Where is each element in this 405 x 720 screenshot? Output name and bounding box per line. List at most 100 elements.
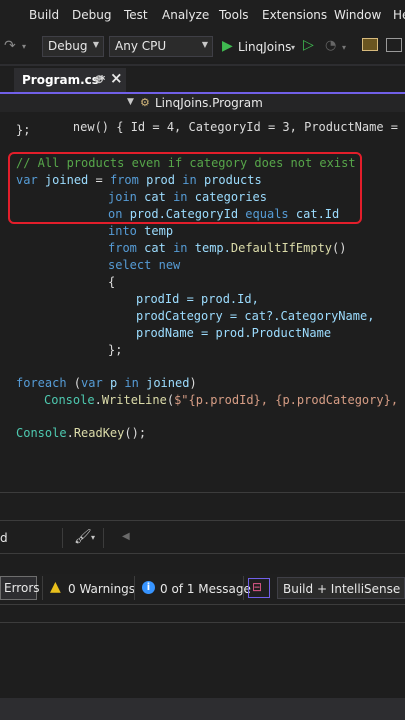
parens: () — [332, 241, 347, 255]
errors-filter-button[interactable]: Errors — [0, 576, 40, 600]
start-debug-icon[interactable]: ▶ — [222, 38, 233, 54]
call-end: (); — [124, 426, 147, 440]
menu-file[interactable] — [0, 8, 2, 22]
menu-window[interactable]: Window — [334, 8, 381, 22]
configuration-value: Debug — [48, 39, 88, 53]
brush-icon[interactable]: 🖌 — [74, 529, 92, 545]
divider — [62, 528, 63, 548]
code-line-select: select new — [108, 258, 180, 272]
editor-bottom-border — [0, 492, 405, 501]
pin-icon[interactable]: ⊕ — [94, 72, 104, 86]
interpolated-string: $"{p.prodId}, {p.prodCategory}, { — [174, 393, 405, 407]
keyword-var: var — [81, 376, 103, 390]
menu-bar: Build Debug Test Analyze Tools Extension… — [0, 0, 405, 32]
build-filter-toggle[interactable]: ⊟ — [248, 578, 270, 598]
redo-icon[interactable]: ↷ — [4, 38, 16, 54]
method-readkey: ReadKey — [73, 426, 125, 440]
keyword-from: from — [108, 241, 137, 255]
menu-test[interactable]: Test — [124, 8, 148, 22]
code-line-from-temp: from cat in temp.DefaultIfEmpty() — [108, 241, 346, 255]
keyword-new: new — [158, 258, 181, 272]
filter-icon: ⊟ — [252, 580, 263, 594]
method-writeline: WriteLine — [101, 393, 167, 407]
divider — [134, 576, 135, 600]
menu-tools[interactable]: Tools — [219, 8, 249, 22]
configuration-select[interactable]: Debug ▼ — [42, 36, 104, 57]
code-line-readkey: Console.ReadKey(); — [16, 426, 147, 440]
identifier-joined: joined — [146, 376, 190, 390]
warnings-label: 0 Warnings — [68, 582, 136, 596]
code-brace-open: { — [108, 275, 116, 289]
lower-toolbar-text: d — [0, 531, 8, 545]
keyword-select: select — [108, 258, 152, 272]
status-bar — [0, 698, 405, 720]
tab-program-cs[interactable]: Program.cs* ⊕ × — [14, 68, 126, 92]
code-line-close-list: }; — [16, 123, 31, 137]
pane-divider — [0, 622, 405, 623]
navigation-bar: ▼ ⚙ LinqJoins.Program — [0, 94, 405, 112]
identifier-temp: temp. — [194, 241, 231, 255]
close-icon[interactable]: × — [110, 69, 123, 87]
code-text: new() { Id = 4, CategoryId = 3, ProductN… — [72, 120, 405, 134]
redo-dropdown-icon[interactable]: ▾ — [22, 42, 26, 51]
warning-icon: ▲ — [50, 579, 61, 595]
identifier-cat: cat — [144, 241, 166, 255]
code-line-prodid: prodId = prod.Id, — [136, 292, 259, 306]
lower-toolbar: d 🖌 ▾ ◀ — [0, 528, 405, 550]
hot-reload-dropdown-icon[interactable]: ▾ — [342, 43, 346, 52]
folder-icon[interactable] — [362, 38, 378, 51]
code-line-writeline: Console.WriteLine($"{p.prodId}, {p.prodC… — [44, 393, 405, 407]
code-line-foreach: foreach (var p in joined) — [16, 376, 197, 390]
warnings-filter-button[interactable]: ▲ 0 Warnings — [48, 576, 135, 600]
chevron-left-icon[interactable]: ◀ — [122, 531, 130, 542]
divider — [243, 576, 244, 600]
keyword-in: in — [173, 241, 188, 255]
run-target-label[interactable]: LinqJoins — [238, 40, 291, 54]
hot-reload-icon[interactable]: ◔ — [325, 38, 336, 53]
code-line-prodcategory: prodCategory = cat?.CategoryName, — [136, 309, 375, 323]
toolbar: ↷ ▾ Debug ▼ Any CPU ▼ ▶ LinqJoins ▾ ▷ ◔ … — [0, 32, 405, 62]
code-brace-close: }; — [108, 343, 123, 357]
code-line-product-init: new() { Id = 4, CategoryId = 3, ProductN… — [44, 112, 405, 148]
chevron-down-icon[interactable]: ▾ — [91, 533, 95, 542]
menu-analyze[interactable]: Analyze — [162, 8, 209, 22]
run-dropdown-icon[interactable]: ▾ — [291, 43, 295, 52]
start-without-debug-icon[interactable]: ▷ — [303, 37, 314, 53]
errors-label: Errors — [4, 581, 40, 595]
keyword-foreach: foreach — [16, 376, 67, 390]
identifier-temp: temp — [144, 224, 174, 238]
build-source-select[interactable]: Build + IntelliSense — [277, 577, 405, 599]
class-icon: ⚙ — [140, 96, 150, 109]
menu-extensions[interactable]: Extensions — [262, 8, 327, 22]
type-console: Console — [44, 393, 95, 407]
chevron-down-icon: ▼ — [201, 40, 208, 49]
type-console: Console — [16, 426, 67, 440]
messages-label: 0 of 1 Message — [160, 582, 251, 596]
menu-help[interactable]: He — [393, 8, 405, 22]
pane-divider — [0, 553, 405, 554]
info-icon: i — [142, 581, 155, 594]
highlight-annotation-box — [8, 152, 362, 224]
platform-value: Any CPU — [115, 39, 167, 53]
build-source-value: Build + IntelliSense — [283, 582, 401, 596]
chevron-down-icon: ▼ — [92, 40, 99, 49]
error-list-toolbar: Errors ▲ 0 Warnings i 0 of 1 Message ⊟ B… — [0, 574, 405, 604]
identifier-p: p — [109, 376, 118, 390]
platform-select[interactable]: Any CPU ▼ — [109, 36, 213, 57]
chevron-down-icon[interactable]: ▼ — [127, 97, 134, 107]
method-defaultifempty: DefaultIfEmpty — [230, 241, 333, 255]
messages-filter-button[interactable]: i 0 of 1 Message — [140, 576, 251, 600]
document-tab-row: Program.cs* ⊕ × — [0, 68, 405, 92]
divider — [103, 528, 104, 548]
window-layout-icon[interactable] — [386, 38, 402, 52]
toolbar-separator — [0, 64, 405, 66]
keyword-in: in — [124, 376, 139, 390]
scope-selector[interactable]: LinqJoins.Program — [155, 96, 263, 110]
code-line-prodname: prodName = prod.ProductName — [136, 326, 332, 340]
pane-divider — [0, 604, 405, 605]
code-line-into: into temp — [108, 224, 173, 238]
paren-close: ) — [189, 376, 197, 390]
menu-debug[interactable]: Debug — [72, 8, 111, 22]
keyword-into: into — [108, 224, 137, 238]
menu-build[interactable]: Build — [29, 8, 59, 22]
